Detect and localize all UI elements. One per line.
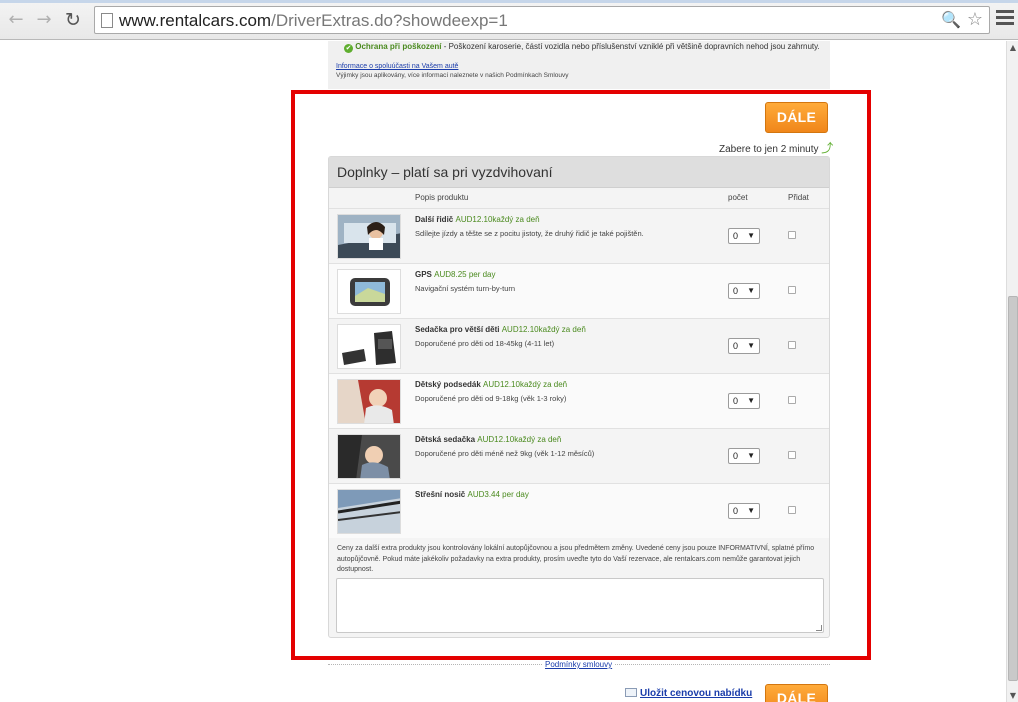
extra-row: GPS AUD8.25 per day Navigační systém tur… xyxy=(329,263,829,318)
extra-row: Dětská sedačka AUD12.10každý za deň Dopo… xyxy=(329,428,829,483)
chevron-down-icon: ▼ xyxy=(747,451,755,460)
reload-icon[interactable]: ↻ xyxy=(62,9,84,31)
extras-header: Doplnky – platí sa pri vyzdvihovaní xyxy=(329,157,829,188)
extra-name: Sedačka pro větší děti AUD12.10každý za … xyxy=(415,325,586,334)
envelope-icon xyxy=(625,688,637,697)
extra-row: Střešní nosič AUD3.44 per day 0 ▼ xyxy=(329,483,829,538)
add-checkbox[interactable] xyxy=(788,286,796,294)
coverage-title: Ochrana při poškození xyxy=(355,42,442,51)
extra-price: AUD3.44 per day xyxy=(467,490,529,499)
save-quote-link[interactable]: Uložit cenovou nabídku xyxy=(640,688,752,699)
baby-seat-photo xyxy=(337,434,401,479)
excess-info-link[interactable]: Informace o spoluúčasti na Vašem autě xyxy=(336,63,458,70)
extra-desc: Sdílejte jízdy a těšte se z pocitu jisto… xyxy=(415,229,644,238)
scroll-down-icon[interactable]: ▼ xyxy=(1007,691,1018,700)
arrow-icon: ⤴ xyxy=(821,141,834,155)
add-checkbox[interactable] xyxy=(788,451,796,459)
add-checkbox[interactable] xyxy=(788,396,796,404)
extras-title: Doplnky – platí sa pri vyzdvihovaní xyxy=(337,164,553,180)
gps-photo xyxy=(337,269,401,314)
zoom-icon[interactable]: 🔍 xyxy=(941,10,961,29)
address-bar[interactable]: www.rentalcars.com/DriverExtras.do?showd… xyxy=(94,6,990,34)
extra-name: Dětský podsedák AUD12.10každý za deň xyxy=(415,380,568,389)
url-host: www.rentalcars.com xyxy=(119,11,272,30)
extra-price: AUD12.10každý za deň xyxy=(477,435,562,444)
takes-time-text: Zabere to jen 2 minuty xyxy=(719,144,819,155)
browser-toolbar: ← → ↻ www.rentalcars.com/DriverExtras.do… xyxy=(0,0,1018,40)
tab-strip xyxy=(0,0,1018,3)
extra-desc: Doporučené pro děti od 9-18kg (věk 1-3 r… xyxy=(415,394,567,403)
booster-seat-photo xyxy=(337,324,401,369)
forward-icon[interactable]: → xyxy=(33,9,55,31)
extras-panel: Doplnky – platí sa pri vyzdvihovaní Popi… xyxy=(328,156,830,638)
extras-list: Další řidič AUD12.10každý za deň Sdílejt… xyxy=(329,208,829,538)
url-text[interactable]: www.rentalcars.com/DriverExtras.do?showd… xyxy=(119,11,508,31)
coverage-line: ✔ Ochrana při poškození - Poškození karo… xyxy=(344,42,820,53)
extra-name: GPS AUD8.25 per day xyxy=(415,270,496,279)
extra-row: Další řidič AUD12.10každý za deň Sdílejt… xyxy=(329,208,829,263)
col-product: Popis produktu xyxy=(415,193,469,202)
browser-menu-icon[interactable] xyxy=(996,10,1014,30)
page: ← → ↻ www.rentalcars.com/DriverExtras.do… xyxy=(0,0,1018,702)
add-checkbox[interactable] xyxy=(788,506,796,514)
extra-desc: Doporučené pro děti méně než 9kg (věk 1-… xyxy=(415,449,595,458)
child-seat-photo xyxy=(337,379,401,424)
check-icon: ✔ xyxy=(344,44,353,53)
bookmark-star-icon[interactable]: ☆ xyxy=(967,9,983,30)
add-checkbox[interactable] xyxy=(788,341,796,349)
extras-disclaimer: Ceny za další extra produkty jsou kontro… xyxy=(337,545,815,573)
scroll-thumb[interactable] xyxy=(1008,296,1018,681)
chevron-down-icon: ▼ xyxy=(747,396,755,405)
exclusions-note: Výjimky jsou aplikovány, více informací … xyxy=(336,72,569,79)
quantity-select[interactable]: 0 ▼ xyxy=(728,228,760,244)
quantity-select[interactable]: 0 ▼ xyxy=(728,283,760,299)
extra-name: Střešní nosič AUD3.44 per day xyxy=(415,490,529,499)
quantity-select[interactable]: 0 ▼ xyxy=(728,503,760,519)
chevron-down-icon: ▼ xyxy=(747,506,755,515)
extra-name: Dětská sedačka AUD12.10každý za deň xyxy=(415,435,562,444)
save-quote[interactable]: Uložit cenovou nabídku xyxy=(625,688,752,699)
extra-price: AUD8.25 per day xyxy=(434,270,496,279)
scroll-up-icon[interactable]: ▲ xyxy=(1007,43,1018,52)
continue-button-bottom[interactable]: DÁLE xyxy=(765,684,828,702)
quantity-select[interactable]: 0 ▼ xyxy=(728,393,760,409)
notes-textarea[interactable] xyxy=(336,578,824,633)
quantity-select[interactable]: 0 ▼ xyxy=(728,448,760,464)
url-path: /DriverExtras.do?showdeexp=1 xyxy=(271,11,508,30)
extra-price: AUD12.10každý za deň xyxy=(483,380,568,389)
extra-name: Další řidič AUD12.10každý za deň xyxy=(415,215,540,224)
resize-handle-icon[interactable] xyxy=(816,625,822,631)
terms-link[interactable]: Podmínky smlouvy xyxy=(542,660,616,669)
chevron-down-icon: ▼ xyxy=(747,231,755,240)
quantity-select[interactable]: 0 ▼ xyxy=(728,338,760,354)
extra-row: Dětský podsedák AUD12.10každý za deň Dop… xyxy=(329,373,829,428)
col-count: počet xyxy=(728,193,748,202)
extra-desc: Navigační systém turn-by-turn xyxy=(415,284,516,293)
takes-time-note: Zabere to jen 2 minuty ⤴ xyxy=(719,139,833,156)
col-add: Přidat xyxy=(788,193,809,202)
page-scrollbar[interactable]: ▲ ▼ xyxy=(1006,41,1018,702)
extra-price: AUD12.10každý za deň xyxy=(501,325,586,334)
extra-row: Sedačka pro větší děti AUD12.10každý za … xyxy=(329,318,829,373)
chevron-down-icon: ▼ xyxy=(747,341,755,350)
page-icon xyxy=(101,13,113,28)
continue-button-top[interactable]: DÁLE xyxy=(765,102,828,133)
coverage-text: - Poškození karoserie, částí vozidla neb… xyxy=(441,42,820,51)
back-icon[interactable]: ← xyxy=(5,9,27,31)
chevron-down-icon: ▼ xyxy=(747,286,755,295)
extra-price: AUD12.10každý za deň xyxy=(455,215,540,224)
driver-photo xyxy=(337,214,401,259)
roof-rack-photo xyxy=(337,489,401,534)
extra-desc: Doporučené pro děti od 18-45kg (4-11 let… xyxy=(415,339,555,348)
add-checkbox[interactable] xyxy=(788,231,796,239)
